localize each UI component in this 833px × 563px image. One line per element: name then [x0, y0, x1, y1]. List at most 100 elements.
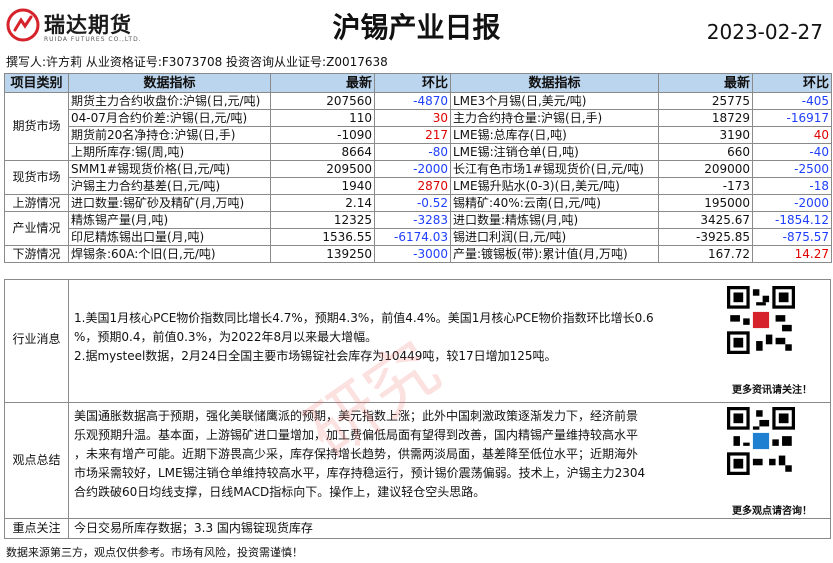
table-row: 上游情况 进口数量:锡矿砂及精矿(月,万吨) 2.14 -0.52 锡精矿:40%:云南… — [4, 194, 832, 212]
change-right-cell: -2000 — [752, 194, 832, 212]
indicator-left-cell: 沪锡主力合约基差(日,元/吨) — [68, 177, 271, 195]
qr-code-icon — [727, 407, 795, 475]
focus-text: 今日交易所库存数据；3.3 国内锡锭现货库存 — [74, 521, 313, 535]
latest-left-cell: 1940 — [270, 177, 375, 195]
indicator-right-cell: LME锡:注销仓单(日,吨) — [450, 143, 659, 161]
header-indicator-left: 数据指标 — [68, 73, 271, 93]
change-left-cell: -0.52 — [374, 194, 451, 212]
indicator-right-cell: LME3个月锡(日,美元/吨) — [450, 92, 659, 110]
latest-left-cell: 209500 — [270, 160, 375, 178]
indicator-left-cell: 04-07月合约价差:沪锡(日,元/吨) — [68, 109, 271, 127]
indicator-right-cell: LME锡:总库存(日,吨) — [450, 126, 659, 144]
change-right-cell: -16917 — [752, 109, 832, 127]
change-right-cell: 40 — [752, 126, 832, 144]
header-change-left: 环比 — [374, 73, 451, 93]
header-indicator-right: 数据指标 — [450, 73, 659, 93]
table-row: 现货市场 SMM1#锡现货价格(日,元/吨) 209500 -2000 长江有色市场1#… — [4, 160, 832, 195]
latest-right-cell: 167.72 — [658, 245, 753, 263]
change-left-cell: 30 — [374, 109, 451, 127]
category-cell: 下游情况 — [4, 245, 69, 263]
latest-right-cell: 3425.67 — [658, 211, 753, 229]
table-header-row: 项目类别 数据指标 最新 环比 数据指标 最新 环比 — [4, 73, 832, 93]
table-row: 印尼精炼锡出口量(月,吨) 1536.55 -6174.03 锡进口利润(日,元/吨)… — [5, 228, 832, 246]
change-right-cell: -2500 — [752, 160, 832, 178]
table-body: 期货市场 期货主力合约收盘价:沪锡(日,元/吨) 207560 -4870 LME3个月… — [4, 92, 832, 263]
author-info: 撰写人:许方莉 从业资格证号:F3073708 投资咨询从业证号:Z001763… — [6, 55, 388, 69]
qr-code-icon — [727, 286, 795, 354]
table-row: 沪锡主力合约基差(日,元/吨) 1940 2870 LME锡升贴水(0-3)(日,美元… — [5, 177, 832, 195]
indicator-left-cell: 印尼精炼锡出口量(月,吨) — [68, 228, 271, 246]
table-row: 产业情况 精炼锡产量(月,吨) 12325 -3283 进口数量:精炼锡(月,吨) 342… — [4, 211, 832, 246]
view-line: 合约跌破60日均线支撑，日线MACD指标向下。操作上，建议轻仓空头思路。 — [74, 485, 486, 499]
change-right-cell: 14.27 — [752, 245, 832, 263]
change-left-cell: 2870 — [374, 177, 451, 195]
category-cell: 期货市场 — [4, 92, 69, 161]
latest-left-cell: 12325 — [270, 211, 375, 229]
change-left-cell: -4870 — [374, 92, 451, 110]
change-right-cell: -405 — [752, 92, 832, 110]
focus-label: 重点关注 — [12, 521, 61, 535]
header-category: 项目类别 — [4, 73, 69, 93]
data-table: 项目类别 数据指标 最新 环比 数据指标 最新 环比 期货市场 期货主力合约收盘价… — [4, 73, 832, 263]
latest-left-cell: -1090 — [270, 126, 375, 144]
latest-right-cell: 660 — [658, 143, 753, 161]
view-line: 美国通胀数据高于预期，强化美联储鹰派的预期，美元指数上涨；此外中国刺激政策逐渐发… — [74, 409, 639, 423]
indicator-right-cell: 长江有色市场1#锡现货价(日,元/吨) — [450, 160, 659, 178]
change-right-cell: -875.57 — [752, 228, 832, 246]
change-right-cell: -40 — [752, 143, 832, 161]
latest-left-cell: 139250 — [270, 245, 375, 263]
change-left-cell: -3283 — [374, 211, 451, 229]
latest-left-cell: 1536.55 — [270, 228, 375, 246]
news-line: 2.据mysteel数据，2月24日全国主要市场锡锭社会库存为10449吨，较1… — [74, 349, 557, 363]
indicator-left-cell: 上期所库存:锡(周,吨) — [68, 143, 271, 161]
view-text: 美国通胀数据高于预期，强化美联储鹰派的预期，美元指数上涨；此外中国刺激政策逐渐发… — [74, 407, 719, 502]
latest-right-cell: -173 — [658, 177, 753, 195]
latest-right-cell: 209000 — [658, 160, 753, 178]
indicator-right-cell: LME锡升贴水(0-3)(日,美元/吨) — [450, 177, 659, 195]
view-line: 市场采需较好，LME锡注销仓单维持较高水平，库存持稳运行，预计锡价震荡偏弱。技术… — [74, 466, 646, 480]
table-row: 上期所库存:锡(周,吨) 8664 -80 LME锡:注销仓单(日,吨) 660 -40 — [5, 143, 832, 161]
latest-right-cell: 3190 — [658, 126, 753, 144]
table-row: 期货市场 期货主力合约收盘价:沪锡(日,元/吨) 207560 -4870 LME3个月… — [4, 92, 832, 161]
report-date: 2023-02-27 — [706, 20, 823, 44]
indicator-left-cell: SMM1#锡现货价格(日,元/吨) — [68, 160, 271, 178]
indicator-right-cell: 产量:镀锡板(带):累计值(月,万吨) — [450, 245, 659, 263]
latest-right-cell: -3925.85 — [658, 228, 753, 246]
indicator-right-cell: 主力合约持仓量:沪锡(日,手) — [450, 109, 659, 127]
change-left-cell: -2000 — [374, 160, 451, 178]
table-row: 期货前20名净持仓:沪锡(日,手) -1090 217 LME锡:总库存(日,吨) 31… — [5, 126, 832, 144]
change-left-cell: -6174.03 — [374, 228, 451, 246]
change-left-cell: -3000 — [374, 245, 451, 263]
category-cell: 产业情况 — [4, 211, 69, 246]
latest-left-cell: 2.14 — [270, 194, 375, 212]
indicator-left-cell: 精炼锡产量(月,吨) — [68, 211, 271, 229]
view-qr-caption: 更多观点请咨询！ — [732, 506, 812, 517]
news-line: 1.美国1月核心PCE物价指数同比增长4.7%，预期4.3%，前值4.4%。美国… — [74, 311, 654, 325]
news-label: 行业消息 — [12, 332, 61, 346]
view-line: 乐观预期升温。基本面，上游锡矿进口量增加，加工费偏低局面有望得到改善，国内精锡产… — [74, 428, 639, 442]
header-latest-right: 最新 — [658, 73, 753, 93]
indicator-left-cell: 期货前20名净持仓:沪锡(日,手) — [68, 126, 271, 144]
change-left-cell: -80 — [374, 143, 451, 161]
news-qr-caption: 更多资讯请关注！ — [732, 385, 812, 396]
latest-left-cell: 110 — [270, 109, 375, 127]
view-line: ，未来有增产可能。近期下游畏高少采，库存保持增长趋势，供需两淡局面，基差降至低位… — [74, 447, 639, 461]
latest-left-cell: 207560 — [270, 92, 375, 110]
table-row: 04-07月合约价差:沪锡(日,元/吨) 110 30 主力合约持仓量:沪锡(日,手)… — [5, 109, 832, 127]
indicator-right-cell: 锡进口利润(日,元/吨) — [450, 228, 659, 246]
change-right-cell: -1854.12 — [752, 211, 832, 229]
indicator-left-cell: 进口数量:锡矿砂及精矿(月,万吨) — [68, 194, 271, 212]
header-change-right: 环比 — [752, 73, 832, 93]
category-cell: 上游情况 — [4, 194, 69, 212]
report-header: 瑞达期货 RUIDA FUTURES CO.,LTD. 沪锡产业日报 2023-… — [0, 0, 833, 52]
category-cell: 现货市场 — [4, 160, 69, 195]
news-line: %，预期0.4，前值0.3%，为2022年8月以来最大增幅。 — [74, 330, 378, 344]
latest-right-cell: 195000 — [658, 194, 753, 212]
indicator-right-cell: 锡精矿:40%:云南(日,元/吨) — [450, 194, 659, 212]
latest-right-cell: 18729 — [658, 109, 753, 127]
news-text: 1.美国1月核心PCE物价指数同比增长4.7%，预期4.3%，前值4.4%。美国… — [74, 309, 719, 366]
disclaimer: 数据来源第三方，观点仅供参考。市场有风险，投资需谨慎！ — [6, 546, 303, 559]
indicator-left-cell: 期货主力合约收盘价:沪锡(日,元/吨) — [68, 92, 271, 110]
indicator-right-cell: 进口数量:精炼锡(月,吨) — [450, 211, 659, 229]
header-latest-left: 最新 — [270, 73, 375, 93]
